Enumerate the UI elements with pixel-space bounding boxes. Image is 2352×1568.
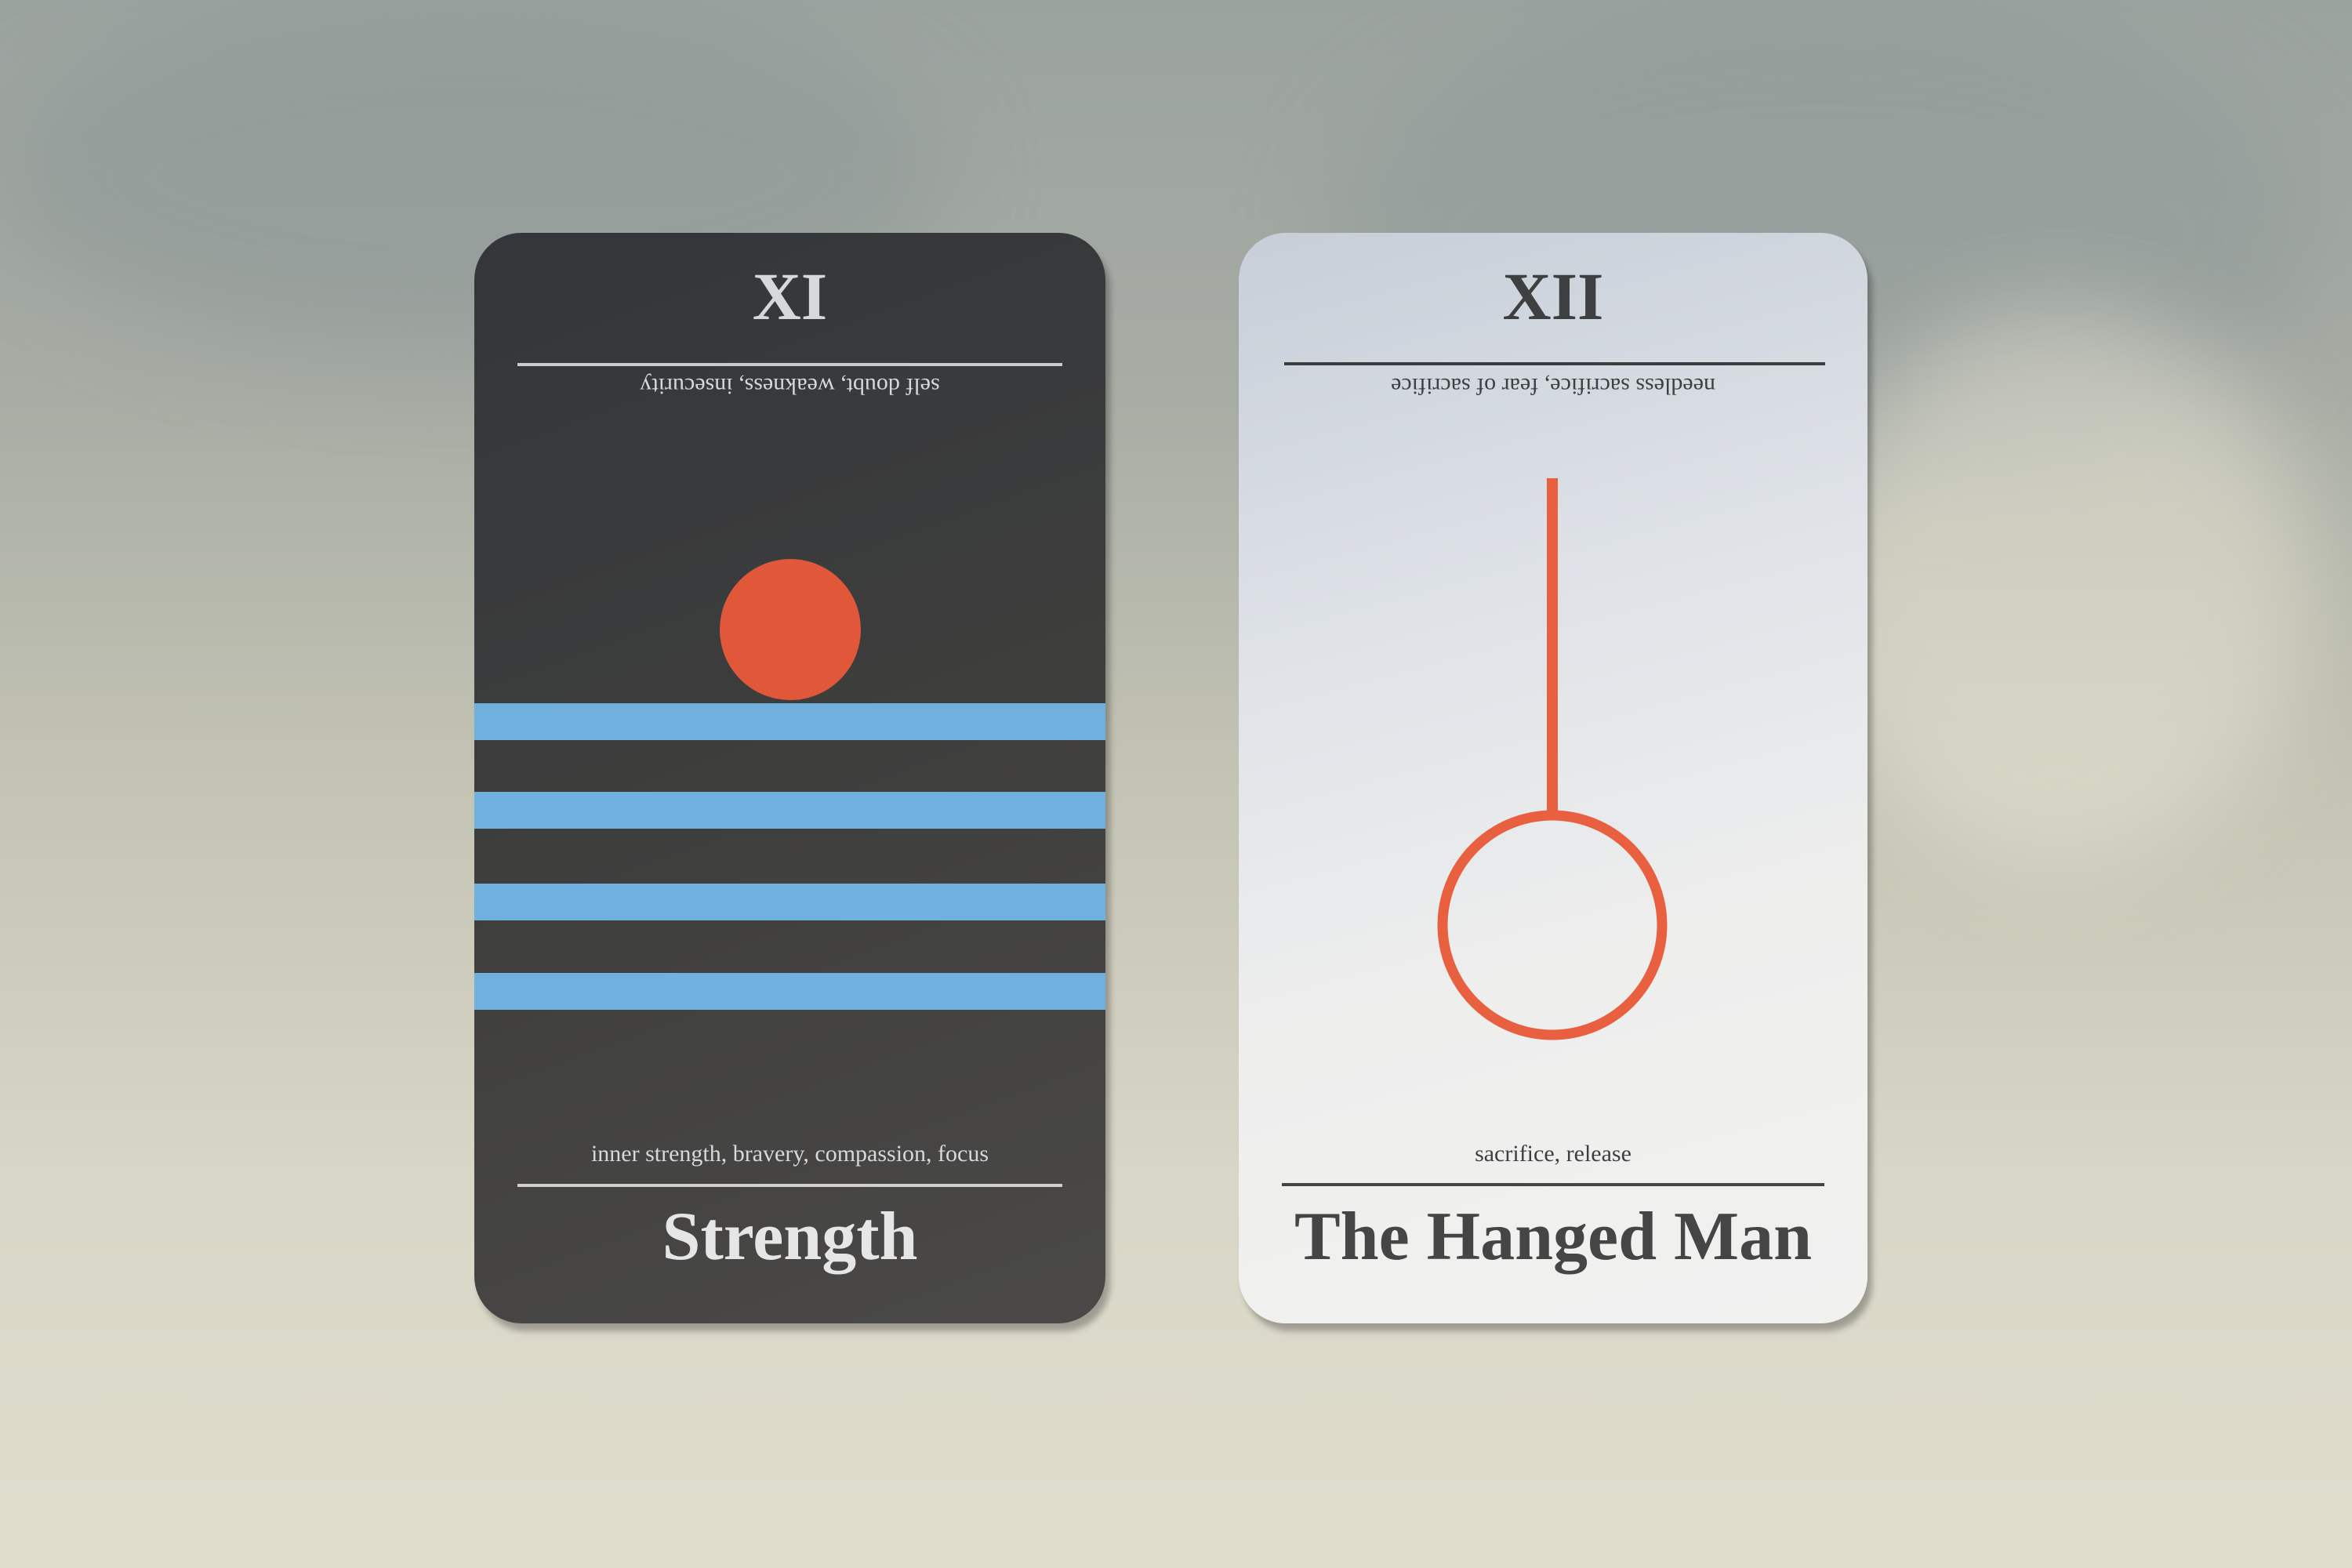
card-title: The Hanged Man	[1294, 1199, 1813, 1275]
card-numeral: XII	[1502, 259, 1604, 334]
water-stripe	[474, 884, 1105, 920]
tarot-card-hanged-man[interactable]: XII needless sacrifice, fear of sacrific…	[1239, 233, 1867, 1323]
sun-circle	[720, 559, 861, 700]
bottom-divider	[517, 1184, 1062, 1187]
reversed-meaning: needless sacrifice, fear of sacrifice	[1391, 373, 1715, 399]
water-stripe	[474, 792, 1105, 829]
water-stripe	[474, 973, 1105, 1010]
tarot-card-strength[interactable]: XI self doubt, weakness, insecurity inne…	[474, 233, 1105, 1323]
top-divider	[517, 363, 1062, 366]
card-title: Strength	[662, 1199, 918, 1275]
upright-meaning: sacrifice, release	[1475, 1141, 1632, 1167]
card-numeral: XI	[752, 259, 828, 334]
background-light	[1803, 314, 2313, 862]
upright-meaning: inner strength, bravery, compassion, foc…	[590, 1141, 989, 1167]
water-stripe	[474, 703, 1105, 740]
reversed-meaning: self doubt, weakness, insecurity	[640, 373, 940, 399]
pendulum-ring	[1437, 810, 1668, 1040]
top-divider	[1284, 362, 1825, 365]
bottom-divider	[1282, 1183, 1824, 1186]
